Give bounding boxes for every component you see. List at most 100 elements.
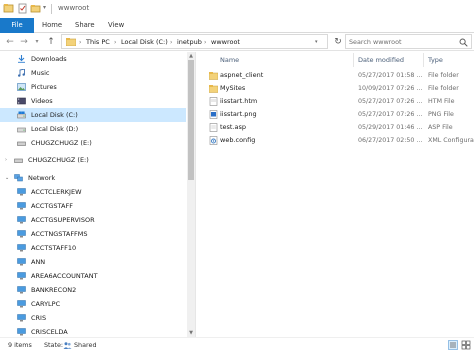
recent-locations-icon[interactable]: ▾ [31,35,43,49]
computer-icon [17,314,26,322]
search-input[interactable] [349,37,457,47]
properties-icon[interactable] [3,3,14,14]
file-row[interactable]: MySites 10/09/2017 07:26 ... File folder [196,82,474,95]
nav-item-label: Local Disk (D:) [31,125,79,133]
nav-item-label: AREA6ACCOUNTANT [31,272,98,280]
file-type: PNG File [428,111,454,118]
computer-icon [17,258,26,266]
nav-item-chugzchugz-e-root[interactable]: › CHUGZCHUGZ (E:) [0,153,186,167]
column-header-name[interactable]: Name [220,54,239,66]
nav-item-computer[interactable]: BANKRECON2 [0,283,186,297]
forward-arrow-icon[interactable]: → [18,35,30,49]
breadcrumb-local-disk[interactable]: Local Disk (C:) [121,37,168,48]
tab-share[interactable]: Share [75,18,95,33]
state-label: State: [44,341,64,349]
expand-chevron-icon[interactable]: › [5,153,7,167]
nav-item-pictures[interactable]: Pictures [0,80,186,94]
refresh-icon[interactable]: ↻ [332,35,344,49]
file-row[interactable]: test.asp 05/29/2017 01:46 ... ASP File [196,121,474,134]
nav-item-music[interactable]: Music [0,66,186,80]
address-bar[interactable]: › This PC › Local Disk (C:) › inetpub › … [61,34,328,49]
computer-icon [17,244,26,252]
file-date: 05/27/2017 07:26 ... [358,111,423,118]
collapse-chevron-icon[interactable]: ⌄ [5,171,9,185]
nav-item-videos[interactable]: Videos [0,94,186,108]
breadcrumb-inetpub[interactable]: inetpub [177,37,202,48]
scrollbar-thumb[interactable] [188,60,194,180]
computer-icon [17,216,26,224]
new-folder-icon[interactable] [30,3,41,14]
breadcrumb-chevron-icon[interactable]: › [114,37,116,48]
item-count: 9 items [8,341,32,349]
tab-view[interactable]: View [108,18,124,33]
address-history-icon[interactable]: ▾ [315,37,318,48]
computer-icon [17,188,26,196]
nav-item-label: ACCTCLERKJEW [31,188,82,196]
file-row[interactable]: aspnet_client 05/27/2017 01:58 ... File … [196,69,474,82]
nav-item-computer[interactable]: ANN [0,255,186,269]
nav-item-label: CRIS [31,314,47,322]
navigation-scrollbar[interactable]: ▲ ▼ [187,52,195,337]
nav-item-label: ACCTNGSTAFFMS [31,230,88,238]
computer-icon [17,230,26,238]
nav-item-downloads[interactable]: Downloads [0,52,186,66]
videos-icon [17,97,26,105]
nav-item-computer[interactable]: ACCTSTAFF10 [0,241,186,255]
nav-item-computer[interactable]: ACCTCLERKJEW [0,185,186,199]
navigation-pane: Downloads Music Pictures Videos Local Di… [0,52,186,337]
breadcrumb-chevron-icon[interactable]: › [170,37,172,48]
network-icon [14,174,23,182]
column-header-type[interactable]: Type [428,54,443,66]
breadcrumb-chevron-icon[interactable]: › [79,37,81,48]
file-type: File folder [428,85,459,92]
breadcrumb-chevron-icon[interactable]: › [204,37,206,48]
checklist-icon[interactable] [17,3,28,14]
search-box[interactable] [345,34,472,49]
tab-home[interactable]: Home [42,18,62,33]
back-arrow-icon[interactable]: ← [4,35,16,49]
nav-item-label: Pictures [31,83,57,91]
shared-users-icon [63,342,72,349]
large-icons-view-icon[interactable] [461,340,471,350]
nav-item-computer[interactable]: CRISCELDA [0,325,186,337]
nav-item-computer[interactable]: AREA6ACCOUNTANT [0,269,186,283]
nav-item-label: ACCTGSUPERVISOR [31,216,95,224]
column-header-date-modified[interactable]: Date modified [358,54,404,66]
customize-toolbar-icon[interactable]: ▾ [43,4,46,11]
nav-item-computer[interactable]: CARYLPC [0,297,186,311]
file-row[interactable]: iisstart.htm 05/27/2017 07:26 ... HTM Fi… [196,95,474,108]
file-row[interactable]: web.config 06/27/2017 02:50 ... XML Conf… [196,134,474,147]
nav-item-label: CARYLPC [31,300,61,308]
breadcrumb-wwwroot[interactable]: wwwroot [211,37,240,48]
file-date: 05/27/2017 07:26 ... [358,98,423,105]
nav-item-computer[interactable]: ACCTGSTAFF [0,199,186,213]
column-separator[interactable] [353,53,354,67]
scroll-up-icon[interactable]: ▲ [187,52,195,60]
scroll-down-icon[interactable]: ▼ [187,329,195,337]
nav-item-label: CHUGZCHUGZ (E:) [31,139,92,147]
file-name: aspnet_client [220,71,264,79]
drive-icon [17,127,26,133]
image-file-icon [209,110,218,119]
nav-item-computer[interactable]: CRIS [0,311,186,325]
nav-item-computer[interactable]: ACCTGSUPERVISOR [0,213,186,227]
file-row[interactable]: iisstart.png 05/27/2017 07:26 ... PNG Fi… [196,108,474,121]
file-type: XML Configurati [428,137,474,144]
nav-item-label: CRISCELDA [31,328,68,336]
usb-drive-icon [17,141,26,146]
nav-item-chugzchugz-e[interactable]: CHUGZCHUGZ (E:) [0,136,186,150]
details-view-icon[interactable] [448,340,458,350]
usb-drive-icon [14,158,23,163]
up-arrow-icon[interactable]: ↑ [45,35,57,49]
nav-item-network[interactable]: ⌄ Network [0,171,186,185]
search-icon[interactable] [459,38,468,47]
navigation-row: ← → ▾ ↑ › This PC › Local Disk (C:) › in… [0,33,474,51]
nav-item-label: ANN [31,258,46,266]
nav-item-computer[interactable]: ACCTNGSTAFFMS [0,227,186,241]
breadcrumb-this-pc[interactable]: This PC [86,37,110,48]
column-separator[interactable] [423,53,424,67]
pictures-icon [17,83,26,91]
nav-item-local-disk-d[interactable]: Local Disk (D:) [0,122,186,136]
tab-file[interactable]: File [0,18,34,33]
nav-item-local-disk-c[interactable]: Local Disk (C:) [0,108,186,122]
